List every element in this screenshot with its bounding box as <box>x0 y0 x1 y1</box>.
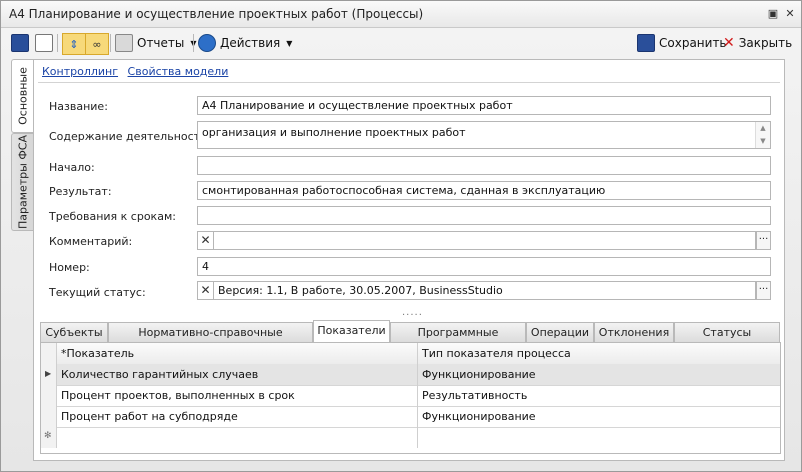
indicators-grid: *Показатель Тип показателя процесса ▶ Ко… <box>40 342 781 454</box>
new-row[interactable]: ✻ <box>41 427 780 448</box>
actions-label: Действия <box>220 36 281 50</box>
toolbar-separator <box>57 34 58 52</box>
document-icon-button[interactable] <box>35 33 57 53</box>
main-panel: Контроллинг Свойства модели Название: А4… <box>33 59 785 461</box>
toolbar-separator <box>193 34 194 52</box>
model-properties-link[interactable]: Свойства модели <box>128 65 229 78</box>
type-cell[interactable]: Функционирование <box>422 410 536 423</box>
column-header-type[interactable]: Тип показателя процесса <box>422 347 571 360</box>
link-icon-button[interactable]: ∞ <box>85 33 109 55</box>
column-header-indicator[interactable]: *Показатель <box>61 347 134 360</box>
row-indicator: ▶ <box>41 364 57 385</box>
save-button[interactable]: Сохранить <box>637 33 727 53</box>
close-button[interactable]: ✕ Закрыть <box>723 33 792 53</box>
tab-main[interactable]: Основные <box>11 59 34 133</box>
status-field[interactable]: Версия: 1.1, В работе, 30.05.2007, Busin… <box>213 281 756 300</box>
content-scrollbar[interactable]: ▲ ▼ <box>755 122 770 148</box>
close-label: Закрыть <box>738 36 793 50</box>
links-bar: Контроллинг Свойства модели <box>42 65 234 78</box>
indicator-cell[interactable]: Процент работ на субподряде <box>61 410 238 423</box>
tab-main-label: Основные <box>16 67 30 125</box>
title-bar: А4 Планирование и осуществление проектны… <box>1 1 801 28</box>
close-x-icon: ✕ <box>723 35 735 51</box>
save-icon-button[interactable] <box>11 33 33 53</box>
tab-reference-documents[interactable]: Нормативно-справочные документы <box>108 322 313 359</box>
reports-menu-button[interactable]: Отчеты ▼ <box>115 33 197 53</box>
tab-software-products[interactable]: Программные продукты <box>390 322 526 359</box>
start-field[interactable] <box>197 156 771 175</box>
deadlines-label: Требования к срокам: <box>49 210 176 223</box>
name-field[interactable]: А4 Планирование и осуществление проектны… <box>197 96 771 115</box>
controlling-link[interactable]: Контроллинг <box>42 65 118 78</box>
row-indicator <box>41 406 57 427</box>
table-row[interactable]: Процент работ на субподряде Функциониров… <box>41 406 780 428</box>
tab-process-statuses[interactable]: Статусы процесса <box>674 322 780 359</box>
process-window: А4 Планирование и осуществление проектны… <box>0 0 802 472</box>
reports-label: Отчеты <box>137 36 185 50</box>
clear-comment-icon[interactable]: ✕ <box>197 231 213 250</box>
number-label: Номер: <box>49 261 90 274</box>
arrange-icon-button[interactable]: ⇕ <box>62 33 86 55</box>
window-title: А4 Планирование и осуществление проектны… <box>9 7 424 21</box>
result-label: Результат: <box>49 185 112 198</box>
vertical-arrows-icon: ⇕ <box>69 37 79 51</box>
status-label: Текущий статус: <box>49 286 146 299</box>
restore-icon[interactable]: ▣ <box>766 7 780 21</box>
row-indicator <box>41 385 57 406</box>
type-cell[interactable]: Результативность <box>422 389 527 402</box>
tab-fsa-params-label: Параметры ФСА <box>16 134 30 230</box>
clear-status-icon[interactable]: ✕ <box>197 281 213 300</box>
detail-tabs: Субъекты Нормативно-справочные документы… <box>40 320 780 359</box>
current-row-arrow-icon: ▶ <box>45 369 52 378</box>
table-row[interactable]: Процент проектов, выполненных в срок Рез… <box>41 385 780 407</box>
number-field[interactable]: 4 <box>197 257 771 276</box>
toolbar: ⇕ ∞ Отчеты ▼ Действия ▼ Сохранить ✕ Закр… <box>7 31 793 55</box>
status-browse-button[interactable]: ··· <box>756 281 771 300</box>
column-separator <box>417 385 418 406</box>
tab-fsa-params[interactable]: Параметры ФСА <box>11 133 34 231</box>
table-row[interactable]: ▶ Количество гарантийных случаев Функцио… <box>41 364 780 386</box>
start-label: Начало: <box>49 161 95 174</box>
comment-browse-button[interactable]: ··· <box>756 231 771 250</box>
indicator-cell[interactable]: Процент проектов, выполненных в срок <box>61 389 295 402</box>
new-row-icon: ✻ <box>44 431 52 441</box>
actions-globe-icon <box>198 34 216 52</box>
save-icon <box>637 34 655 52</box>
tab-operations[interactable]: Операции <box>526 322 594 342</box>
grid-header: *Показатель Тип показателя процесса <box>41 343 780 365</box>
type-cell[interactable]: Функционирование <box>422 368 536 381</box>
content-value: организация и выполнение проектных работ <box>202 126 466 139</box>
save-label: Сохранить <box>659 36 727 50</box>
close-window-icon[interactable]: ✕ <box>783 7 797 21</box>
actions-menu-button[interactable]: Действия ▼ <box>198 33 292 53</box>
content-field[interactable]: организация и выполнение проектных работ… <box>197 121 771 149</box>
row-indicator: ✻ <box>41 427 57 448</box>
deadlines-field[interactable] <box>197 206 771 225</box>
column-separator <box>417 427 418 448</box>
divider <box>38 82 780 83</box>
chain-link-icon: ∞ <box>92 37 102 51</box>
indicator-cell[interactable]: Количество гарантийных случаев <box>61 368 258 381</box>
column-separator <box>417 343 418 364</box>
column-separator <box>417 406 418 427</box>
toolbar-separator <box>110 34 111 52</box>
tab-deviations[interactable]: Отклонения <box>594 322 674 342</box>
name-label: Название: <box>49 100 108 113</box>
comment-label: Комментарий: <box>49 235 133 248</box>
comment-field[interactable] <box>213 231 756 250</box>
content-label: Содержание деятельности: <box>49 130 211 143</box>
result-field[interactable]: смонтированная работоспособная система, … <box>197 181 771 200</box>
tab-indicators[interactable]: Показатели <box>313 320 390 343</box>
chevron-down-icon: ▼ <box>286 38 293 48</box>
printer-icon <box>115 34 133 52</box>
tab-subjects[interactable]: Субъекты <box>40 322 108 342</box>
column-separator <box>417 364 418 385</box>
header-indicator-cell <box>41 343 57 364</box>
